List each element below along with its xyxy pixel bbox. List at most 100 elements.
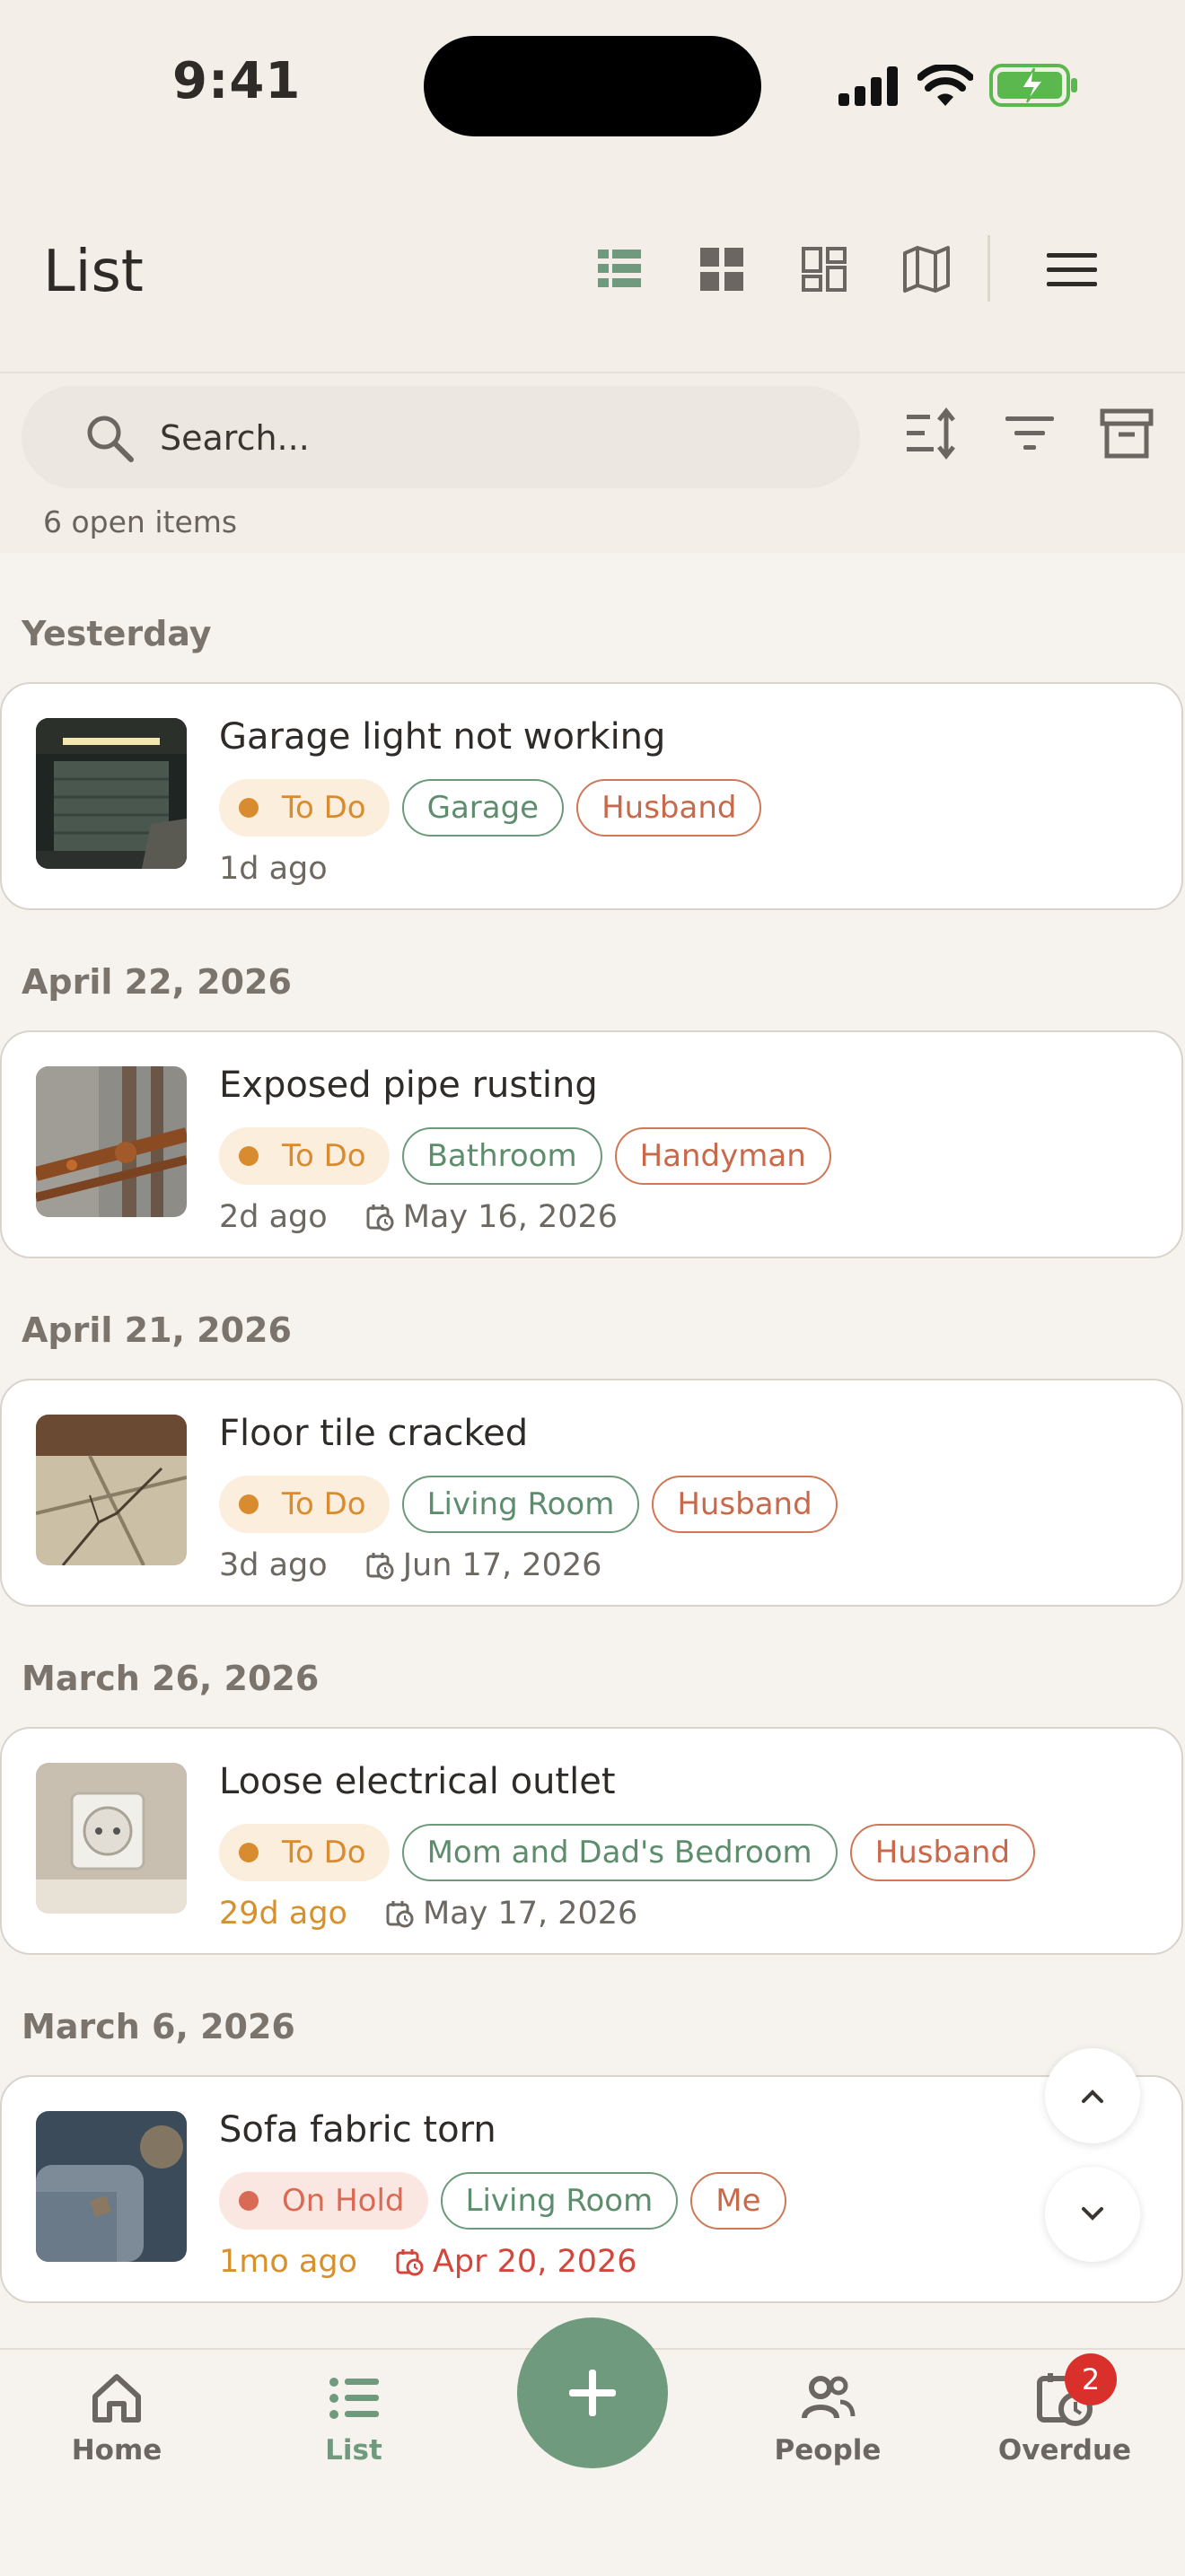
search-bar[interactable] bbox=[22, 386, 860, 490]
map-view-icon[interactable] bbox=[900, 242, 953, 296]
item-photo-tile bbox=[36, 1415, 187, 1565]
overdue-count-badge: 2 bbox=[1065, 2353, 1117, 2405]
battery-charging-icon bbox=[989, 64, 1077, 107]
status-time: 9:41 bbox=[172, 52, 302, 110]
section-header: April 21, 2026 bbox=[22, 1310, 292, 1350]
sort-icon[interactable] bbox=[903, 406, 959, 461]
item-title: Exposed pipe rusting bbox=[219, 1065, 598, 1106]
item-photo-pipe bbox=[36, 1066, 187, 1217]
section-header: March 26, 2026 bbox=[22, 1659, 320, 1698]
location-tag[interactable]: Mom and Dad's Bedroom bbox=[401, 1824, 838, 1881]
dynamic-island bbox=[424, 36, 761, 136]
home-icon bbox=[92, 2374, 141, 2423]
tab-overdue-label: Overdue bbox=[997, 2434, 1132, 2466]
due-date: May 17, 2026 bbox=[385, 1896, 637, 1932]
status-badge[interactable]: To Do bbox=[219, 1476, 390, 1533]
add-item-button[interactable] bbox=[517, 2318, 668, 2468]
assignee-tag[interactable]: Husband bbox=[849, 1824, 1036, 1881]
item-photo-garage bbox=[36, 718, 187, 869]
status-dot-icon bbox=[239, 1494, 259, 1514]
item-tags: To Do Mom and Dad's Bedroom Husband bbox=[219, 1824, 1036, 1881]
item-title: Floor tile cracked bbox=[219, 1413, 529, 1454]
status-label: On Hold bbox=[282, 2183, 405, 2219]
calendar-clock-icon bbox=[366, 1553, 394, 1580]
item-tags: To Do Living Room Husband bbox=[219, 1476, 838, 1533]
status-badge[interactable]: On Hold bbox=[219, 2172, 428, 2230]
item-age: 1mo ago bbox=[219, 2244, 357, 2280]
plus-icon bbox=[569, 2370, 616, 2416]
assignee-tag[interactable]: Husband bbox=[576, 779, 762, 837]
item-tags: To Do Bathroom Handyman bbox=[219, 1127, 831, 1185]
filter-icon[interactable] bbox=[1002, 406, 1058, 461]
location-tag[interactable]: Garage bbox=[401, 779, 565, 837]
due-date-text: Apr 20, 2026 bbox=[432, 2244, 637, 2280]
archive-icon[interactable] bbox=[1099, 406, 1154, 461]
status-label: To Do bbox=[282, 1835, 366, 1871]
location-tag[interactable]: Living Room bbox=[440, 2172, 679, 2230]
menu-icon[interactable] bbox=[1045, 242, 1099, 296]
list-item[interactable]: Loose electrical outlet To Do Mom and Da… bbox=[0, 1727, 1183, 1955]
tab-list[interactable]: List bbox=[264, 2370, 443, 2466]
item-photo-sofa bbox=[36, 2111, 187, 2262]
chevron-down-icon bbox=[1082, 2207, 1103, 2221]
people-icon bbox=[802, 2376, 856, 2419]
status-badge[interactable]: To Do bbox=[219, 779, 390, 837]
grid-view-icon[interactable] bbox=[695, 242, 749, 296]
status-dot-icon bbox=[239, 1843, 259, 1862]
dashboard-view-icon[interactable] bbox=[797, 242, 851, 296]
item-meta: 2d ago May 16, 2026 bbox=[219, 1199, 618, 1235]
section-header: Yesterday bbox=[22, 614, 212, 653]
location-tag[interactable]: Bathroom bbox=[401, 1127, 602, 1185]
item-age: 2d ago bbox=[219, 1199, 328, 1235]
assignee-tag[interactable]: Handyman bbox=[614, 1127, 831, 1185]
assignee-tag[interactable]: Husband bbox=[652, 1476, 838, 1533]
due-date: Jun 17, 2026 bbox=[365, 1547, 602, 1583]
calendar-clock-icon bbox=[386, 1901, 414, 1928]
list-icon bbox=[329, 2378, 379, 2419]
calendar-clock-icon bbox=[396, 2249, 424, 2276]
due-date-text: Jun 17, 2026 bbox=[402, 1547, 602, 1583]
tab-people[interactable]: People bbox=[738, 2370, 917, 2466]
scroll-down-button[interactable] bbox=[1045, 2167, 1140, 2262]
item-meta: 1d ago bbox=[219, 851, 328, 887]
list-item[interactable]: Exposed pipe rusting To Do Bathroom Hand… bbox=[0, 1030, 1183, 1258]
due-date-text: May 16, 2026 bbox=[402, 1199, 619, 1235]
item-title: Sofa fabric torn bbox=[219, 2109, 496, 2151]
due-date: May 16, 2026 bbox=[365, 1199, 618, 1235]
list-view-icon[interactable] bbox=[592, 242, 646, 296]
due-date-overdue: Apr 20, 2026 bbox=[395, 2244, 637, 2280]
item-photo-outlet bbox=[36, 1763, 187, 1914]
status-label: To Do bbox=[282, 1138, 366, 1174]
item-meta: 3d ago Jun 17, 2026 bbox=[219, 1547, 601, 1583]
status-dot-icon bbox=[239, 1146, 259, 1166]
status-dot-icon bbox=[239, 798, 259, 818]
tab-home[interactable]: Home bbox=[27, 2370, 206, 2466]
item-tags: On Hold Living Room Me bbox=[219, 2172, 786, 2230]
item-age: 3d ago bbox=[219, 1547, 328, 1583]
scroll-up-button[interactable] bbox=[1045, 2048, 1140, 2143]
calendar-clock-icon bbox=[366, 1205, 394, 1231]
list-item[interactable]: Floor tile cracked To Do Living Room Hus… bbox=[0, 1379, 1183, 1607]
location-tag[interactable]: Living Room bbox=[401, 1476, 640, 1533]
item-age: 29d ago bbox=[219, 1896, 347, 1932]
search-icon bbox=[87, 416, 134, 462]
header-divider bbox=[988, 235, 990, 302]
page-title: List bbox=[43, 239, 144, 305]
assignee-tag[interactable]: Me bbox=[690, 2172, 786, 2230]
item-tags: To Do Garage Husband bbox=[219, 779, 762, 837]
item-meta: 29d ago May 17, 2026 bbox=[219, 1896, 637, 1932]
status-badge[interactable]: To Do bbox=[219, 1824, 390, 1881]
status-badge[interactable]: To Do bbox=[219, 1127, 390, 1185]
chevron-up-icon bbox=[1082, 2090, 1103, 2103]
open-items-count: 6 open items bbox=[43, 504, 238, 539]
wifi-icon bbox=[917, 65, 973, 106]
list-item[interactable]: Garage light not working To Do Garage Hu… bbox=[0, 682, 1183, 910]
tab-home-label: Home bbox=[71, 2434, 162, 2466]
signal-icon bbox=[838, 66, 898, 106]
tab-people-label: People bbox=[774, 2434, 882, 2466]
list-item[interactable]: Sofa fabric torn On Hold Living Room Me … bbox=[0, 2075, 1183, 2303]
status-dot-icon bbox=[239, 2191, 259, 2211]
item-meta: 1mo ago Apr 20, 2026 bbox=[219, 2244, 637, 2280]
search-input[interactable] bbox=[158, 386, 826, 490]
item-age: 1d ago bbox=[219, 851, 328, 887]
